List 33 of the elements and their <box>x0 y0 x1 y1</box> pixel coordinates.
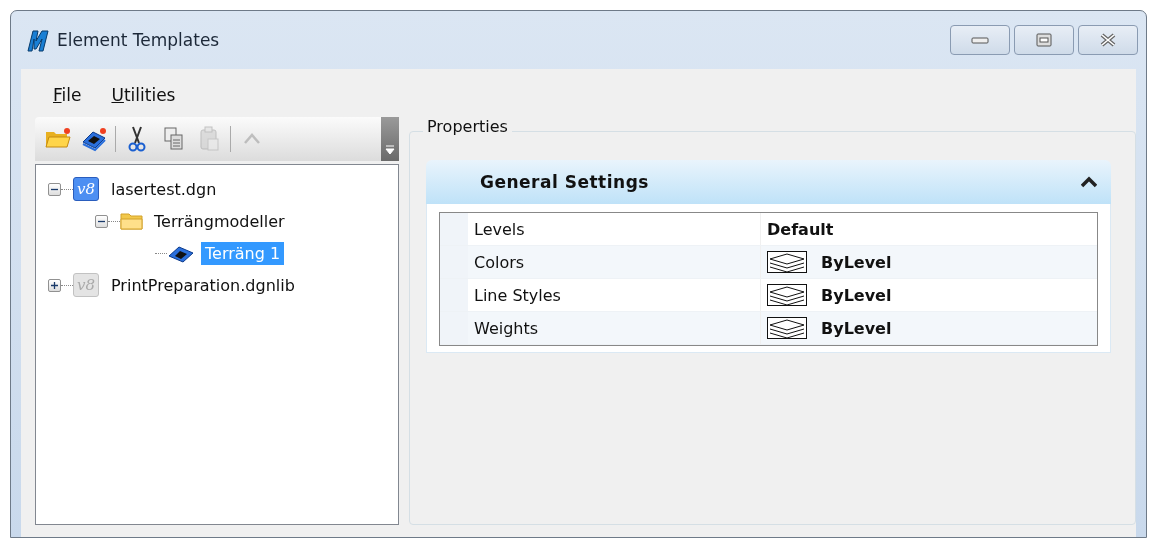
layers-icon <box>767 317 807 339</box>
tree-item[interactable]: lasertest.dgn <box>107 177 221 201</box>
chevron-up-icon <box>1081 176 1097 188</box>
tree-item[interactable]: Terrängmodeller <box>150 209 289 233</box>
close-icon <box>1098 32 1118 48</box>
collapse-toggle[interactable] <box>95 214 108 228</box>
collapse-toggle[interactable] <box>48 182 61 196</box>
tree-item[interactable]: PrintPreparation.dgnlib <box>107 273 299 297</box>
folder-icon <box>120 211 144 231</box>
overflow-arrow-icon <box>385 145 395 155</box>
plus-icon <box>50 280 59 290</box>
property-value: ByLevel <box>821 285 892 305</box>
layers-icon <box>767 284 807 306</box>
property-name: Levels <box>468 213 761 245</box>
section-header[interactable]: General Settings <box>426 160 1111 204</box>
group-label: Properties <box>423 117 512 136</box>
layers-icon <box>767 251 807 273</box>
design-file-icon: v8 <box>73 177 99 201</box>
menu-item[interactable]: File <box>45 85 90 103</box>
overflow-button[interactable] <box>381 117 399 161</box>
window-title: Element Templates <box>57 30 221 50</box>
property-value: Default <box>767 219 834 239</box>
property-name: Colors <box>468 246 761 278</box>
property-value: ByLevel <box>821 252 892 272</box>
close-button[interactable] <box>1078 25 1138 55</box>
minimize-button[interactable] <box>950 25 1010 55</box>
expand-toggle[interactable] <box>48 278 61 292</box>
property-name: Line Styles <box>468 279 761 311</box>
menu-item[interactable]: Utilities <box>103 85 184 103</box>
app-logo-icon <box>25 27 51 53</box>
design-file-icon: v8 <box>73 273 99 297</box>
property-value: ByLevel <box>821 318 892 338</box>
property-name: Weights <box>468 312 761 344</box>
